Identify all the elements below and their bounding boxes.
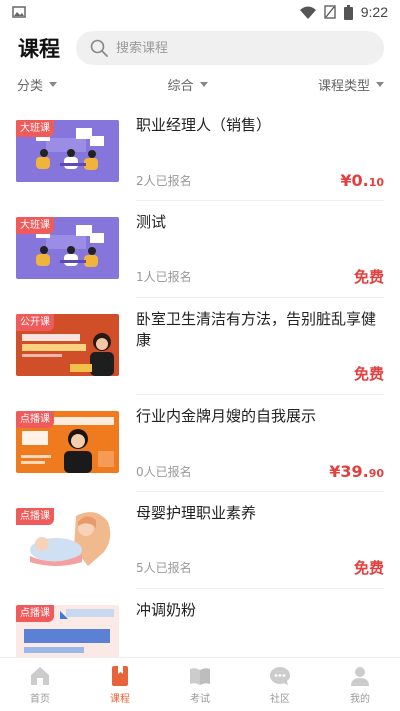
tab-label: 社区: [270, 693, 290, 705]
course-item[interactable]: 大班课 职业经理人（销售） 2人已报名 ¥0.10: [0, 104, 400, 201]
enroll-count: 5人已报名: [136, 561, 192, 575]
course-item[interactable]: 点播课 母婴护理职业素养 5人已报名 免费: [0, 492, 400, 589]
status-time: 9:22: [360, 4, 388, 20]
tab-label: 我的: [350, 693, 370, 705]
course-type-badge: 大班课: [16, 217, 54, 234]
caret-down-icon: [49, 81, 58, 87]
course-meta: 0人已报名 ¥39.90: [136, 462, 384, 481]
tab-courses[interactable]: 课程: [80, 658, 160, 711]
course-price: 免费: [353, 268, 384, 286]
course-price: ¥0.10: [340, 171, 384, 190]
course-info: 职业经理人（销售） 2人已报名 ¥0.10: [136, 114, 384, 201]
caret-down-icon: [199, 81, 208, 87]
wifi-icon: [299, 6, 316, 19]
battery-icon: [343, 4, 353, 20]
course-item[interactable]: 点播课 行业内金牌月嫂的自我展示 0人已报名 ¥39.90: [0, 395, 400, 492]
filter-category[interactable]: 分类: [17, 75, 58, 94]
course-item[interactable]: 公开课 卧室卫生清洁有方法，告别脏乱享健康 免费: [0, 298, 400, 395]
filter-label: 课程类型: [317, 78, 370, 94]
course-title: 母婴护理职业素养: [136, 504, 257, 522]
book-icon: [112, 665, 128, 686]
course-item[interactable]: 大班课 测试 1人已报名 免费: [0, 201, 400, 298]
course-info: 母婴护理职业素养 5人已报名 免费: [136, 502, 384, 589]
price-main: ¥39.: [329, 462, 369, 481]
search-icon: [90, 39, 108, 57]
course-title: 职业经理人（销售）: [136, 116, 272, 134]
course-thumbnail: 点播课: [16, 508, 119, 570]
course-thumbnail: 大班课: [16, 120, 119, 182]
enroll-count: 1人已报名: [136, 270, 192, 284]
course-thumbnail: 大班课: [16, 217, 119, 279]
course-price: 免费: [353, 365, 384, 383]
filter-sort[interactable]: 综合: [167, 75, 208, 94]
enroll-count: 0人已报名: [136, 465, 192, 479]
status-right: 9:22: [299, 4, 388, 20]
course-price: ¥39.90: [329, 462, 384, 481]
course-title: 行业内金牌月嫂的自我展示: [136, 407, 317, 425]
course-type-badge: 点播课: [16, 605, 54, 622]
course-info: 冲调奶粉: [136, 599, 384, 657]
course-meta: 免费: [136, 363, 384, 384]
bottom-tab-bar: 首页 课程 考试 社区 我的: [0, 657, 400, 711]
home-icon: [31, 666, 49, 685]
search-input[interactable]: [116, 40, 316, 56]
course-thumbnail: 点播课: [16, 605, 119, 657]
tab-community[interactable]: 社区: [240, 658, 320, 711]
tab-label: 课程: [110, 693, 130, 705]
tab-exam[interactable]: 考试: [160, 658, 240, 711]
status-bar: 9:22: [0, 0, 400, 24]
price-decimal: 10: [368, 176, 384, 189]
search-box[interactable]: [76, 31, 384, 65]
tab-label: 考试: [190, 693, 210, 705]
course-type-badge: 点播课: [16, 508, 54, 525]
course-info: 测试 1人已报名 免费: [136, 211, 384, 298]
course-title: 卧室卫生清洁有方法，告别脏乱享健康: [136, 310, 377, 349]
header: 课程: [0, 24, 400, 72]
course-info: 卧室卫生清洁有方法，告别脏乱享健康 免费: [136, 308, 384, 395]
caret-down-icon: [375, 81, 384, 87]
course-title: 冲调奶粉: [136, 601, 197, 619]
filter-bar: 分类 综合 课程类型: [0, 72, 400, 96]
filter-label: 分类: [17, 78, 44, 94]
course-type-badge: 公开课: [16, 314, 54, 331]
filter-course-type[interactable]: 课程类型: [318, 75, 384, 94]
enroll-count: 2人已报名: [136, 174, 192, 188]
course-list: 大班课 职业经理人（销售） 2人已报名 ¥0.10 大班课 测试 1人已报名 免…: [0, 104, 400, 657]
page-title: 课程: [18, 37, 60, 61]
no-signal-icon: [324, 5, 336, 19]
tab-profile[interactable]: 我的: [320, 658, 400, 711]
tab-home[interactable]: 首页: [0, 658, 80, 711]
course-type-badge: 大班课: [16, 120, 54, 137]
course-price: 免费: [353, 559, 384, 577]
tab-label: 首页: [30, 693, 50, 705]
course-meta: 2人已报名 ¥0.10: [136, 171, 384, 190]
price-decimal: 90: [368, 467, 384, 480]
course-info: 行业内金牌月嫂的自我展示 0人已报名 ¥39.90: [136, 405, 384, 492]
course-title: 测试: [136, 213, 167, 231]
course-meta: 1人已报名 免费: [136, 266, 384, 287]
user-icon: [351, 666, 369, 686]
course-type-badge: 点播课: [16, 411, 54, 428]
image-notification-icon: [12, 6, 26, 18]
price-main: ¥0.: [340, 171, 369, 190]
chat-icon: [270, 666, 290, 685]
filter-label: 综合: [167, 78, 194, 94]
exam-icon: [190, 667, 210, 685]
course-thumbnail: 点播课: [16, 411, 119, 473]
course-item[interactable]: 点播课 冲调奶粉: [0, 589, 400, 657]
course-thumbnail: 公开课: [16, 314, 119, 376]
course-meta: 5人已报名 免费: [136, 557, 384, 578]
